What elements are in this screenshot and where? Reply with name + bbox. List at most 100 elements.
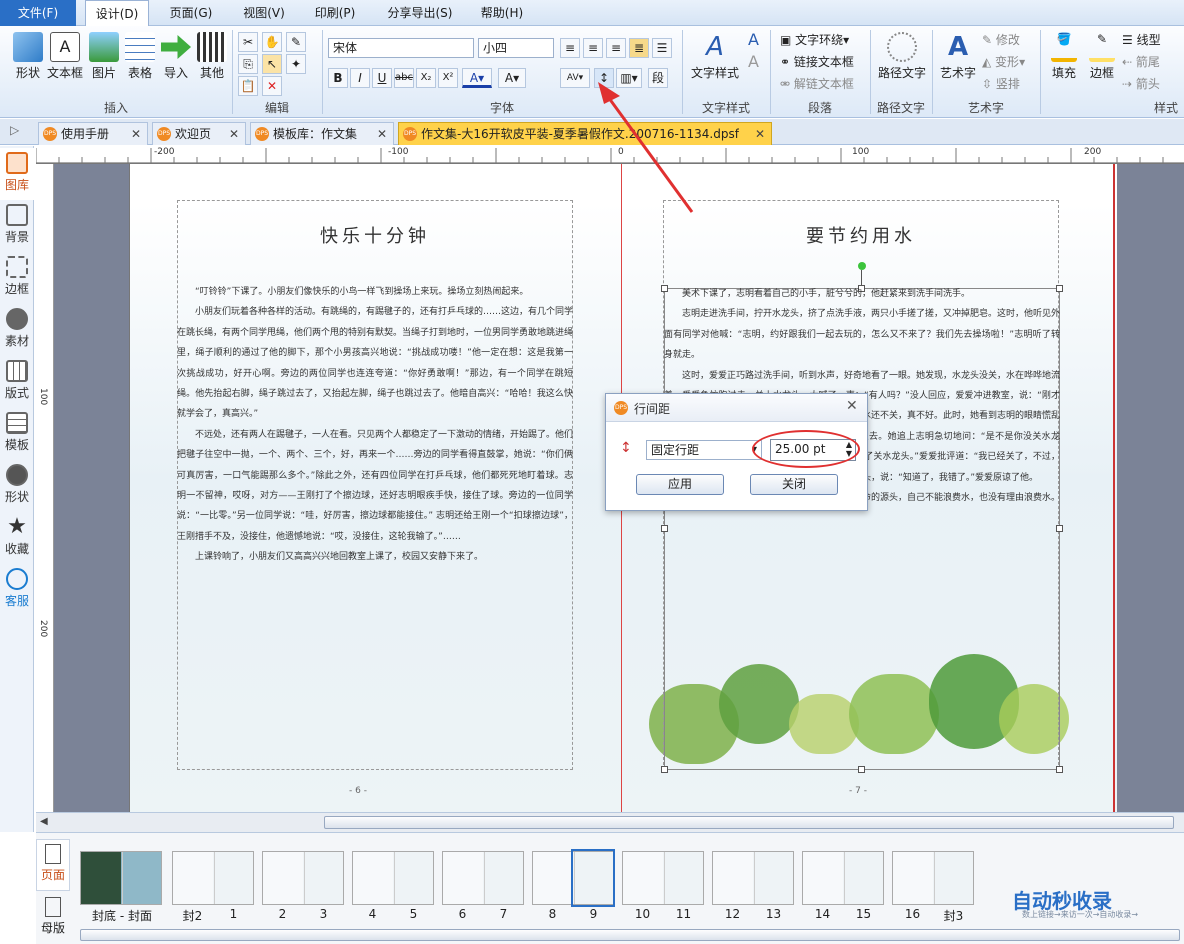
hand-icon[interactable]: ✋ <box>262 32 282 52</box>
arrow-tail-button[interactable]: ⇠ 箭尾 <box>1122 52 1160 72</box>
image-button[interactable]: 图片 <box>84 30 124 94</box>
sidebar-item-border[interactable]: 边框 <box>0 252 34 304</box>
menu-help[interactable]: 帮助(H) <box>474 0 530 26</box>
tab-master[interactable]: 母版 <box>36 893 70 941</box>
other-button[interactable]: 其他 <box>192 30 232 94</box>
brush-icon[interactable]: ✎ <box>286 32 306 52</box>
page-thumbnail[interactable] <box>622 851 704 905</box>
subscript-button[interactable]: X₂ <box>416 68 436 88</box>
page-thumbnail[interactable] <box>262 851 344 905</box>
sidebar-item-support[interactable]: 客服 <box>0 564 34 616</box>
menu-share-export[interactable]: 分享导出(S) <box>378 0 462 26</box>
page-thumbnail[interactable] <box>892 851 974 905</box>
char-spacing-icon[interactable]: AV▾ <box>560 68 590 88</box>
align-right-icon[interactable]: ≡ <box>606 38 626 58</box>
font-family-select[interactable]: 宋体 <box>328 38 474 58</box>
sidebar-item-shape[interactable]: 形状 <box>0 460 34 512</box>
copy-icon[interactable]: ⎘ <box>238 54 258 74</box>
align-center-icon[interactable]: ≡ <box>583 38 603 58</box>
text-wrap-button[interactable]: ▣ 文字环绕▾ <box>780 30 849 50</box>
import-button[interactable]: 导入 <box>156 30 196 94</box>
arrow-head-button[interactable]: ⇢ 箭头 <box>1122 74 1160 94</box>
border-button[interactable]: ✎ 边框 <box>1084 30 1120 94</box>
fill-button[interactable]: 🪣 填充 <box>1046 30 1082 94</box>
tab-welcome[interactable]: DPS 欢迎页 ✕ <box>152 122 246 145</box>
apply-button[interactable]: 应用 <box>636 474 724 495</box>
dialog-titlebar[interactable]: DPS 行间距 ✕ <box>606 394 867 422</box>
close-icon[interactable]: ✕ <box>131 123 141 145</box>
shape-icon <box>13 32 43 62</box>
tab-active-document[interactable]: DPS 作文集-大16开软皮平装-夏季暑假作文.200716-1134.dpsf ✕ <box>398 122 772 145</box>
cut-icon[interactable]: ✂ <box>238 32 258 52</box>
page-thumbnail[interactable] <box>80 851 162 905</box>
font-color-button[interactable]: A▾ <box>462 68 492 88</box>
underline-button[interactable]: U <box>372 68 392 88</box>
dps-icon: DPS <box>157 127 171 141</box>
align-justify-icon[interactable]: ≣ <box>629 38 649 58</box>
scroll-left-icon[interactable]: ◀ <box>40 816 48 827</box>
menu-page[interactable]: 页面(G) <box>163 0 219 26</box>
close-button[interactable]: 关闭 <box>750 474 838 495</box>
menu-file[interactable]: 文件(F) <box>0 0 76 26</box>
sidebar-item-gallery[interactable]: 图库 <box>0 148 34 200</box>
magic-wand-icon[interactable]: ✦ <box>286 54 306 74</box>
page-thumbnail[interactable] <box>802 851 884 905</box>
page-thumbnail[interactable] <box>352 851 434 905</box>
art-modify-button[interactable]: ✎ 修改 <box>982 30 1020 50</box>
resize-handle[interactable] <box>661 766 668 773</box>
unlink-textbox-button[interactable]: ⚮ 解链文本框 <box>780 74 854 94</box>
thumbnail-label: 1 <box>229 907 238 921</box>
menu-print[interactable]: 印刷(P) <box>307 0 363 26</box>
page-thumbnail[interactable] <box>172 851 254 905</box>
font-size-select[interactable]: 小四 <box>478 38 554 58</box>
art-text-button[interactable]: A 艺术字 <box>936 30 980 94</box>
close-icon[interactable]: ✕ <box>377 123 387 145</box>
line-spacing-mode-select[interactable]: 固定行距 ▾ <box>646 440 762 460</box>
menu-design[interactable]: 设计(D) <box>85 0 149 27</box>
expand-panel-icon[interactable]: ▷ <box>10 123 19 137</box>
text-outline-icon[interactable]: A <box>748 30 759 49</box>
bold-button[interactable]: B <box>328 68 348 88</box>
left-page-title[interactable]: 快乐十分钟 <box>177 222 573 248</box>
sidebar-item-favorites[interactable]: ★ 收藏 <box>0 512 34 564</box>
paste-icon[interactable]: 📋 <box>238 76 258 96</box>
resize-handle[interactable] <box>1056 766 1063 773</box>
scrollbar-thumb[interactable] <box>324 816 1174 829</box>
tab-user-manual[interactable]: DPS 使用手册 ✕ <box>38 122 148 145</box>
sidebar-item-material[interactable]: 素材 <box>0 304 34 356</box>
close-icon[interactable]: ✕ <box>846 398 858 414</box>
horizontal-scrollbar[interactable]: ◀ <box>36 812 1184 832</box>
path-text-button[interactable]: 路径文字 <box>874 30 930 94</box>
font-size-grow-button[interactable]: A▾ <box>498 68 526 88</box>
menu-view[interactable]: 视图(V) <box>236 0 292 26</box>
superscript-button[interactable]: X² <box>438 68 458 88</box>
sidebar-item-background[interactable]: 背景 <box>0 200 34 252</box>
close-icon[interactable]: ✕ <box>755 123 765 145</box>
page-thumbnail[interactable] <box>442 851 524 905</box>
sidebar-item-layout[interactable]: 版式 <box>0 356 34 408</box>
art-transform-button[interactable]: ◭ 变形▾ <box>982 52 1025 72</box>
resize-handle[interactable] <box>858 766 865 773</box>
page-thumbnail[interactable] <box>712 851 794 905</box>
right-page-title[interactable]: 要节约用水 <box>663 222 1059 248</box>
line-type-button[interactable]: ☰ 线型 <box>1122 30 1161 50</box>
table-button[interactable]: 表格 <box>120 30 160 94</box>
textbox-button[interactable]: A 文本框 <box>45 30 85 94</box>
shape-button[interactable]: 形状 <box>8 30 48 94</box>
pointer-icon[interactable]: ↖ <box>262 54 282 74</box>
tab-template-library[interactable]: DPS 模板库：作文集 ✕ <box>250 122 394 145</box>
art-vertical-button[interactable]: ⇳ 竖排 <box>982 74 1020 94</box>
sidebar-item-template[interactable]: 模板 <box>0 408 34 460</box>
italic-button[interactable]: I <box>350 68 370 88</box>
close-icon[interactable]: ✕ <box>229 123 239 145</box>
delete-icon[interactable]: ✕ <box>262 76 282 96</box>
tab-pages[interactable]: 页面 <box>36 839 70 891</box>
left-page-body[interactable]: “叮铃铃”下课了。小朋友们像快乐的小鸟一样飞到操场上来玩。操场立刻热闹起来。 小… <box>177 282 573 568</box>
text-shadow-icon[interactable]: A <box>748 52 759 71</box>
rotate-handle[interactable] <box>858 262 866 270</box>
align-left-icon[interactable]: ≡ <box>560 38 580 58</box>
align-distribute-icon[interactable]: ☰ <box>652 38 672 58</box>
link-textbox-button[interactable]: ⚭ 链接文本框 <box>780 52 854 72</box>
thumbnail-scrollbar[interactable] <box>80 929 1180 941</box>
strikethrough-button[interactable]: abc <box>394 68 414 88</box>
